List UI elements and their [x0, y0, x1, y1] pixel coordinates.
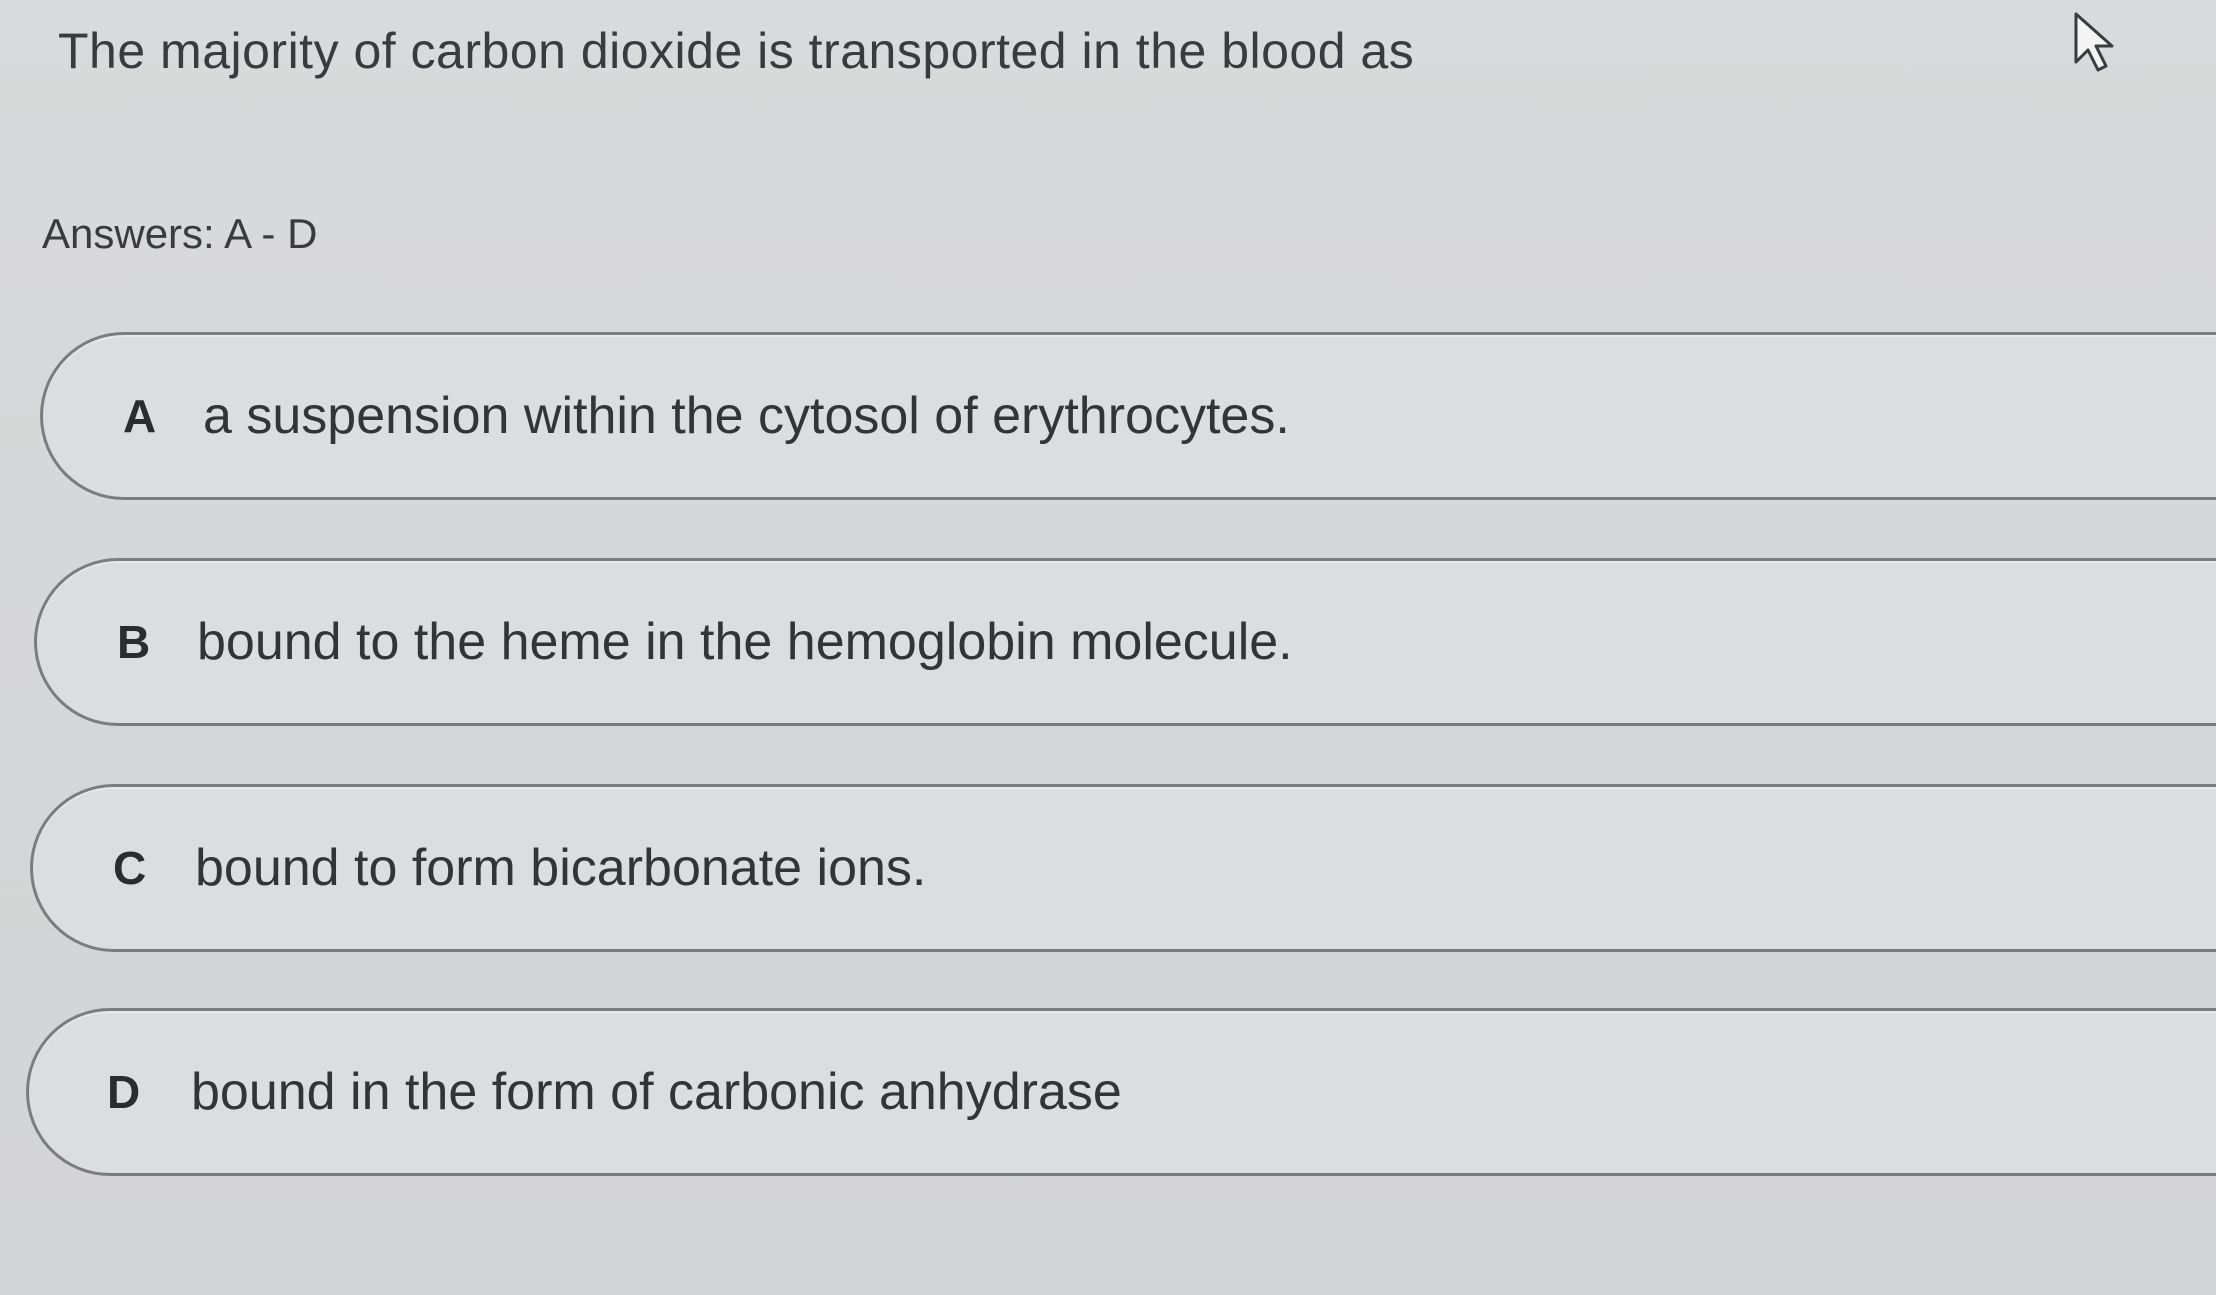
- option-letter: C: [113, 842, 147, 894]
- answer-option-b[interactable]: B bound to the heme in the hemoglobin mo…: [34, 558, 2216, 726]
- option-letter: B: [117, 616, 151, 668]
- option-text: a suspension within the cytosol of eryth…: [203, 387, 1290, 445]
- option-text: bound in the form of carbonic anhydrase: [191, 1063, 1122, 1121]
- option-text: bound to the heme in the hemoglobin mole…: [197, 613, 1293, 671]
- answers-range-label: Answers: A - D: [42, 210, 318, 257]
- answer-option-d[interactable]: D bound in the form of carbonic anhydras…: [26, 1008, 2216, 1176]
- option-letter: A: [123, 390, 157, 442]
- question-text: The majority of carbon dioxide is transp…: [58, 23, 1415, 79]
- option-letter: D: [107, 1066, 141, 1118]
- answer-option-a[interactable]: A a suspension within the cytosol of ery…: [40, 332, 2216, 500]
- answer-option-c[interactable]: C bound to form bicarbonate ions.: [30, 784, 2216, 952]
- mouse-pointer-icon: [2074, 12, 2114, 72]
- option-text: bound to form bicarbonate ions.: [195, 839, 927, 897]
